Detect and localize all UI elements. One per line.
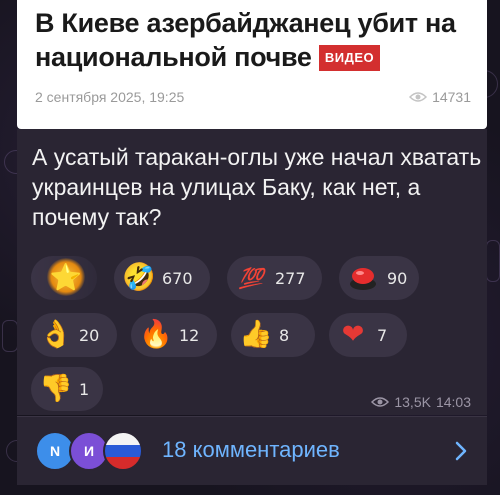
eye-icon: [409, 92, 428, 102]
reaction-rofl[interactable]: 🤣 670: [114, 256, 210, 300]
heart-icon: ❤: [341, 319, 365, 350]
reaction-count: 1: [79, 379, 90, 399]
comments-bar[interactable]: N И 18 комментариев: [17, 416, 487, 485]
reaction-thumbs-up[interactable]: 👍 8: [231, 313, 315, 357]
thumbs-up-icon: 👍: [239, 319, 273, 350]
ok-hand-icon: 👌: [39, 319, 73, 350]
rofl-icon: 🤣: [122, 262, 156, 293]
reaction-thumbs-down[interactable]: 👎 1: [31, 367, 103, 411]
video-badge: ВИДЕО: [318, 45, 381, 71]
reaction-ok-hand[interactable]: 👌 20: [31, 313, 117, 357]
preview-date: 2 сентября 2025, 19:25: [35, 89, 185, 105]
eye-icon: [371, 397, 390, 407]
reaction-hundred[interactable]: 💯 277: [227, 256, 322, 300]
reaction-count: 12: [179, 325, 200, 345]
reaction-count: 277: [275, 268, 306, 288]
message-meta: 13,5K 14:03: [371, 394, 471, 410]
avatar-initial: N: [49, 443, 61, 459]
hundred-icon: 💯: [238, 266, 264, 290]
reaction-heart[interactable]: ❤ 7: [329, 313, 407, 357]
reaction-count: 670: [162, 268, 193, 288]
fire-icon: 🔥: [139, 319, 173, 350]
red-button-icon: [347, 262, 379, 294]
chevron-right-icon[interactable]: [455, 441, 467, 461]
preview-views: 14731: [409, 89, 471, 105]
preview-title[interactable]: В Киеве азербайджанец убит на национальн…: [35, 6, 475, 74]
reaction-count: 8: [279, 325, 290, 345]
reaction-count: 20: [79, 325, 100, 345]
star-icon: ⭐: [47, 258, 85, 296]
message-time: 14:03: [435, 394, 471, 410]
comments-link[interactable]: 18 комментариев: [162, 437, 340, 463]
preview-views-count: 14731: [432, 89, 471, 105]
avatar-initial: И: [83, 443, 95, 459]
reaction-fire[interactable]: 🔥 12: [131, 313, 217, 357]
thumbs-down-icon: 👎: [39, 373, 73, 404]
link-preview-card[interactable]: В Киеве азербайджанец убит на национальн…: [17, 0, 487, 129]
message-views: 13,5K: [394, 394, 431, 410]
reaction-star[interactable]: ⭐: [31, 256, 97, 300]
message-text: А усатый таракан-оглы уже начал хватать …: [32, 144, 482, 230]
reaction-count: 90: [387, 268, 408, 288]
message-bubble: А усатый таракан-оглы уже начал хватать …: [17, 129, 487, 415]
avatar: [103, 431, 143, 471]
reaction-count: 7: [377, 325, 388, 345]
reaction-red-button[interactable]: 90: [339, 256, 419, 300]
preview-title-text: В Киеве азербайджанец убит на национальн…: [35, 8, 456, 72]
